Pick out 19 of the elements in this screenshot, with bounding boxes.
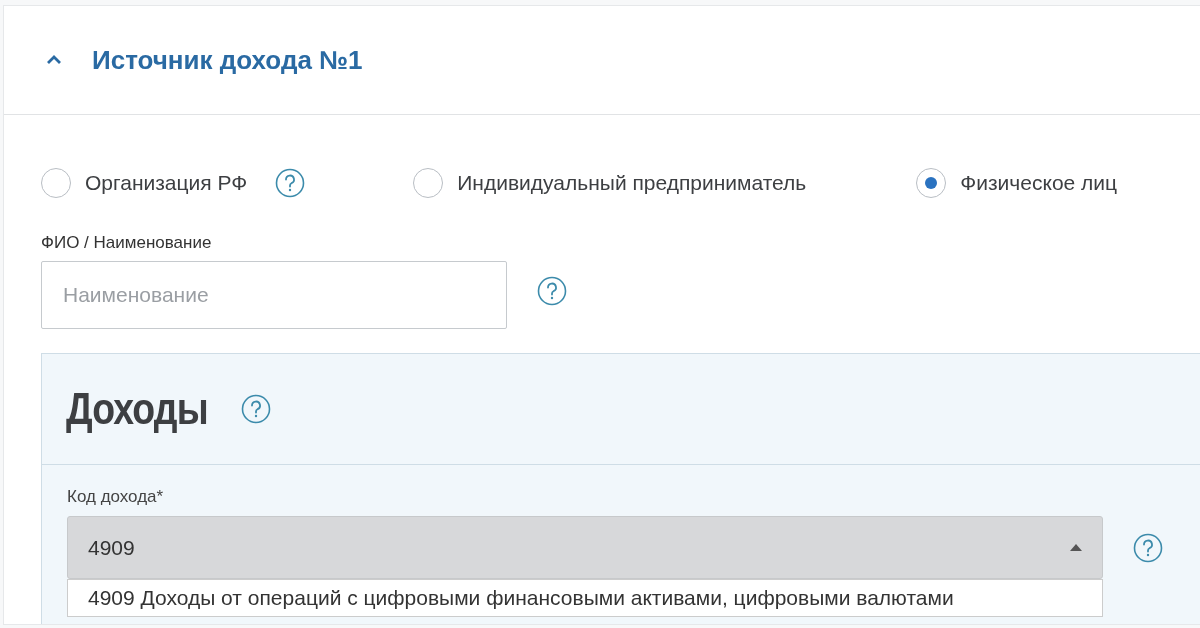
income-code-select[interactable]: 4909 <box>67 516 1103 579</box>
section-title: Источник дохода №1 <box>92 44 363 76</box>
radio-button[interactable] <box>916 168 947 198</box>
help-icon[interactable] <box>240 394 271 424</box>
radio-label: Физическое лиц <box>960 171 1118 195</box>
help-icon[interactable] <box>1133 532 1163 563</box>
radio-button[interactable] <box>413 168 444 198</box>
name-input[interactable]: Наименование <box>41 261 507 329</box>
radio-label: Индивидуальный предприниматель <box>457 171 807 195</box>
chevron-icon[interactable] <box>46 55 62 65</box>
panel-title: Доходы <box>66 384 208 434</box>
radio-label: Организация РФ <box>85 171 248 195</box>
field-label: ФИО / Наименование <box>41 233 213 253</box>
field-label: Код дохода* <box>67 487 165 507</box>
radio-button[interactable] <box>41 168 71 198</box>
caret-icon <box>1070 544 1082 551</box>
dropdown-option[interactable]: 4909 Доходы от операций с цифровыми финансовыми активами, цифровыми валютами <box>67 579 1103 617</box>
help-icon[interactable] <box>275 168 306 198</box>
help-icon[interactable] <box>537 276 567 306</box>
